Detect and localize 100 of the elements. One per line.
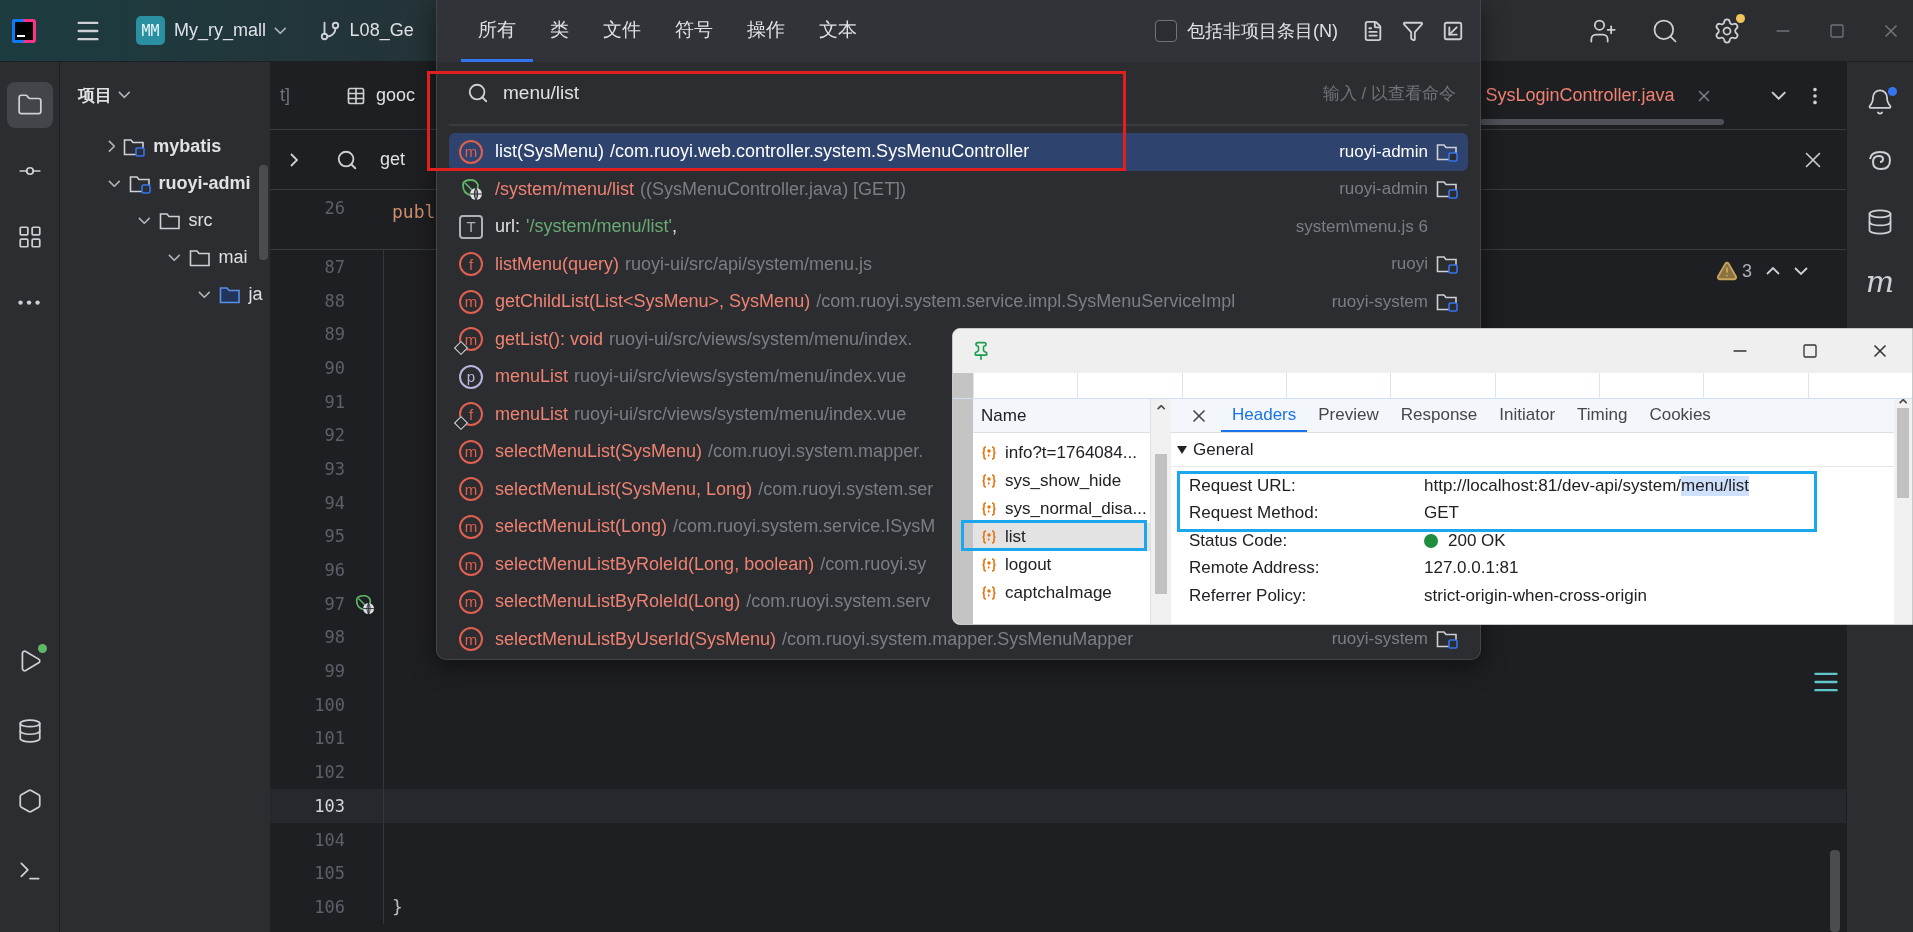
result-name: selectMenuListByUserId(SysMenu) xyxy=(495,628,777,650)
request-row[interactable]: list xyxy=(973,523,1150,551)
search-result[interactable]: m selectMenuList(SysMenu, Long) /com.ruoyi.system.ser xyxy=(449,470,944,508)
warning-icon[interactable] xyxy=(1716,260,1738,282)
scroll-up-icon[interactable] xyxy=(1898,399,1908,404)
search-result[interactable]: m getChildList(List<SysMenu>, SysMenu) /com.ruoyi.system.service.impl.SysMenuServiceImpl ruoyi-system xyxy=(449,283,1468,321)
chevron-down-icon[interactable] xyxy=(118,91,131,99)
line-number: 95 xyxy=(323,526,345,547)
detail-tab[interactable]: Cookies xyxy=(1638,399,1722,432)
editor-tab[interactable]: gooc xyxy=(310,85,436,106)
tree-item[interactable]: mybatis xyxy=(153,136,222,157)
search-result[interactable]: m selectMenuListByUserId(SysMenu) /com.ruoyi.system.mapper.SysMenuMapper ruoyi-system xyxy=(449,620,1468,658)
folder-icon xyxy=(158,210,181,231)
result-name: selectMenuList(SysMenu, Long) xyxy=(495,478,753,500)
search-tab[interactable]: 文件 xyxy=(586,0,658,62)
search-result[interactable]: m list(SysMenu) /com.ruoyi.web.controller.system.SysMenuController ruoyi-admin xyxy=(449,133,1468,171)
field-value: 200 OK xyxy=(1448,530,1506,551)
method-icon: m xyxy=(459,552,483,577)
request-row[interactable]: sys_normal_disa... xyxy=(973,495,1150,523)
search-tab[interactable]: 类 xyxy=(533,0,586,62)
chevron-down-icon xyxy=(274,26,287,35)
preview-icon[interactable] xyxy=(1362,20,1384,42)
chevron-down-icon[interactable] xyxy=(198,290,211,299)
field-value: strict-origin-when-cross-origin xyxy=(1424,585,1647,606)
panel-title[interactable]: 项目 xyxy=(78,83,112,107)
line-number: 92 xyxy=(323,425,345,446)
tool-window-button[interactable]: m xyxy=(1857,259,1903,305)
detail-tab[interactable]: Initiator xyxy=(1488,399,1567,432)
detail-tab[interactable]: Preview xyxy=(1307,399,1390,432)
editor-tab[interactable]: SysLoginController.java xyxy=(1485,85,1733,106)
folder-icon xyxy=(1436,179,1458,200)
detail-tab[interactable]: Response xyxy=(1389,399,1489,432)
code-text: } xyxy=(392,896,403,918)
search-result[interactable]: m getList(): void ruoyi-ui/src/views/system/menu/index. xyxy=(449,320,923,358)
maximize-icon[interactable] xyxy=(1802,343,1818,359)
result-path: /com.ruoyi.system.mapper. xyxy=(708,441,924,463)
scrollbar-thumb[interactable] xyxy=(1155,453,1167,594)
folder-icon xyxy=(1436,141,1458,162)
checkbox[interactable] xyxy=(1155,20,1177,42)
chevron-right-icon[interactable] xyxy=(108,140,116,153)
search-result[interactable]: m selectMenuListByRoleId(Long) /com.ruoyi.system.serv xyxy=(449,583,941,621)
chevron-down-icon[interactable] xyxy=(168,253,181,262)
detail-tab[interactable]: Headers xyxy=(1221,399,1308,432)
request-row[interactable]: logout xyxy=(973,551,1150,579)
result-location: ruoyi-admin xyxy=(1339,141,1428,162)
tree-item[interactable]: mai xyxy=(218,247,248,268)
search-tab[interactable]: 操作 xyxy=(730,0,802,62)
result-name: listMenu(query) xyxy=(495,253,620,275)
search-result[interactable]: f listMenu(query) ruoyi-ui/src/api/system/menu.js ruoyi xyxy=(449,245,1468,283)
structure-icon xyxy=(16,224,43,250)
tree-item[interactable]: ruoyi-admi xyxy=(158,173,251,194)
result-punctuation: , xyxy=(671,216,677,238)
search-tab[interactable]: 符号 xyxy=(658,0,730,62)
field-label: Request Method: xyxy=(1189,503,1320,524)
field-value: http://localhost:81/dev-api/system/ xyxy=(1424,475,1682,496)
branch-switcher[interactable]: L08_Ge xyxy=(340,20,414,41)
scrollbar-thumb[interactable] xyxy=(1897,407,1909,498)
chevron-down-icon[interactable] xyxy=(138,216,151,225)
request-row[interactable]: sys_show_hide xyxy=(973,467,1150,495)
bell-icon xyxy=(1866,88,1894,116)
tool-window-button[interactable] xyxy=(6,82,53,128)
filter-icon[interactable] xyxy=(1402,20,1424,42)
search-result[interactable]: /system/menu/list ((SysMenuController.java) [GET]) ruoyi-admin xyxy=(449,170,1468,208)
search-tab[interactable]: 所有 xyxy=(461,0,533,62)
chevron-down-icon[interactable] xyxy=(1770,91,1786,100)
table-icon xyxy=(346,85,366,106)
search-result[interactable]: p menuList ruoyi-ui/src/views/system/menu/index.vue xyxy=(449,358,917,396)
database-icon xyxy=(1866,208,1894,236)
collapse-icon[interactable] xyxy=(1442,20,1464,42)
column-header[interactable]: Name xyxy=(981,405,1027,426)
scroll-up-icon[interactable] xyxy=(1156,405,1166,410)
chevron-down-icon[interactable] xyxy=(1794,267,1808,275)
request-row[interactable]: info?t=1764084... xyxy=(973,439,1150,467)
tree-item[interactable]: ja xyxy=(248,284,263,305)
search-result[interactable]: m selectMenuList(Long) /com.ruoyi.system.service.ISysM xyxy=(449,508,946,546)
search-result[interactable]: m selectMenuList(SysMenu) /com.ruoyi.system.mapper. xyxy=(449,433,934,471)
search-icon xyxy=(467,82,489,104)
request-row[interactable]: captchaImage xyxy=(973,579,1150,607)
folder-icon xyxy=(1436,254,1458,275)
search-tab[interactable]: 文本 xyxy=(802,0,874,62)
project-switcher[interactable]: My_ry_mall xyxy=(165,20,287,41)
detail-tab[interactable]: Timing xyxy=(1566,399,1639,432)
chevron-right-icon[interactable] xyxy=(290,152,298,167)
function-icon: f xyxy=(459,252,483,277)
chevron-up-icon[interactable] xyxy=(1766,267,1780,275)
pin-icon[interactable] xyxy=(971,341,991,361)
chevron-down-icon[interactable] xyxy=(108,179,121,188)
result-name: url: xyxy=(495,216,520,238)
search-result[interactable]: m selectMenuListByRoleId(Long, boolean) /com.ruoyi.sy xyxy=(449,545,937,583)
section-title[interactable]: General xyxy=(1193,439,1254,460)
search-result[interactable]: f menuList ruoyi-ui/src/views/system/menu/index.vue xyxy=(449,395,917,433)
disclosure-icon[interactable] xyxy=(1177,445,1187,454)
tree-item[interactable]: src xyxy=(188,210,213,231)
editor-tab[interactable]: t] xyxy=(280,85,310,106)
find-field[interactable]: get xyxy=(380,149,406,170)
search-result[interactable]: T url: '/system/menu/list', system\menu.js 6 xyxy=(449,208,1468,246)
result-name: /system/menu/list xyxy=(495,178,635,200)
folder-icon xyxy=(128,173,151,194)
settings-icon[interactable] xyxy=(1713,16,1741,45)
search-field[interactable]: menu/list xyxy=(501,81,1311,105)
